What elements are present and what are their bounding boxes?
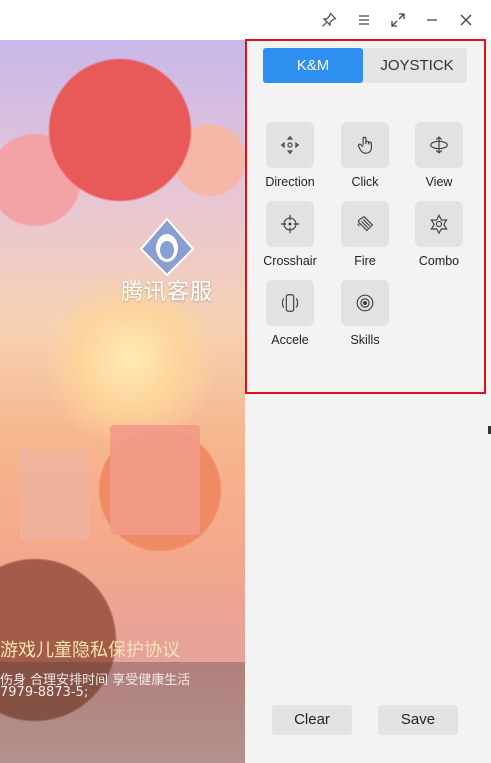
tool-combo[interactable]: Combo [409,201,469,268]
tool-label: Combo [418,254,460,268]
skills-icon [356,294,374,312]
tool-skills[interactable]: Skills [335,280,395,347]
menu-icon[interactable] [350,6,378,34]
service-phone: 7979-8873-5; [0,685,89,700]
privacy-agreement-title[interactable]: 游戏儿童隐私保护协议 [0,636,180,662]
logo-text: 腾讯客服 [120,279,213,304]
tool-label: Skills [350,333,380,347]
crosshair-icon [280,214,300,234]
tool-label: View [425,175,453,189]
save-button[interactable]: Save [378,705,458,735]
tool-label: Click [351,175,379,189]
fire-icon [357,215,374,232]
tencent-service-logo: 腾讯客服 [112,215,222,306]
tool-direction[interactable]: Direction [260,122,320,189]
game-scene-building [20,450,90,540]
tool-label: Accele [271,333,309,347]
tap-icon [357,136,373,154]
direction-icon [280,135,300,155]
tool-click[interactable]: Click [335,122,395,189]
minimize-icon[interactable] [418,6,446,34]
view-rotate-icon [430,136,448,154]
game-scene-building [110,425,200,535]
fullscreen-icon[interactable] [384,6,412,34]
tool-label: Direction [265,175,315,189]
tool-label: Fire [354,254,376,268]
tool-view[interactable]: View [409,122,469,189]
clear-button[interactable]: Clear [272,705,352,735]
penguin-logo-icon [139,217,195,277]
tool-label: Crosshair [263,254,317,268]
tab-km[interactable]: K&M [263,48,363,83]
combo-icon [430,213,448,235]
tool-fire[interactable]: Fire [335,201,395,268]
tab-joystick[interactable]: JOYSTICK [367,48,467,83]
title-bar [0,0,491,40]
keymap-tabs: K&M JOYSTICK [263,48,467,83]
tool-accelerometer[interactable]: Accele [260,280,320,347]
close-icon[interactable] [452,6,480,34]
tool-crosshair[interactable]: Crosshair [260,201,320,268]
pin-icon[interactable] [315,6,343,34]
accelerometer-icon [281,294,299,312]
